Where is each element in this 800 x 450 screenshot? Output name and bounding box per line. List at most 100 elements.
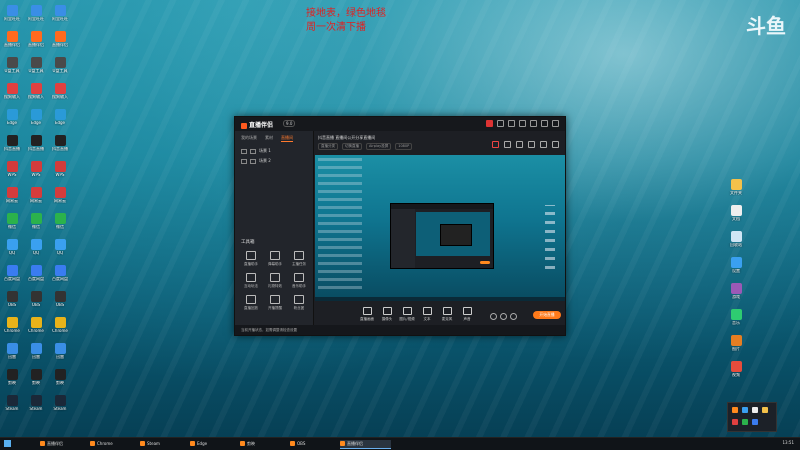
desktop-icon[interactable]: 阿里旺旺 bbox=[48, 4, 72, 30]
desktop-icon[interactable]: U盘工具 bbox=[48, 56, 72, 82]
desktop-icon[interactable]: Steam bbox=[0, 394, 24, 420]
notification-icon[interactable] bbox=[486, 120, 493, 127]
desktop-icon[interactable]: 音乐 bbox=[724, 308, 748, 334]
gift-icon[interactable] bbox=[504, 141, 511, 148]
lock-icon[interactable] bbox=[516, 141, 523, 148]
maximize-icon[interactable] bbox=[541, 120, 548, 127]
room-category-button[interactable]: 直播分类 bbox=[318, 143, 338, 150]
desktop-icon[interactable]: 百度网盘 bbox=[48, 264, 72, 290]
gear-icon[interactable] bbox=[510, 313, 517, 320]
close-icon[interactable] bbox=[552, 120, 559, 127]
tray-app-icon[interactable] bbox=[742, 407, 748, 413]
desktop-icon[interactable]: 游戏 bbox=[724, 282, 748, 308]
desktop-icon[interactable]: 网易云 bbox=[0, 186, 24, 212]
desktop-icon[interactable]: 阿里旺旺 bbox=[24, 4, 48, 30]
taskbar-item[interactable]: 直播伴侣 bbox=[340, 440, 391, 449]
desktop-icon[interactable]: 微信 bbox=[48, 212, 72, 238]
media-button[interactable]: 图片/视频 bbox=[398, 307, 416, 322]
microphone-button[interactable]: 麦克风 bbox=[438, 307, 456, 322]
settings-icon[interactable] bbox=[528, 141, 535, 148]
taskbar-item[interactable]: Edge bbox=[190, 440, 241, 448]
sound-button[interactable]: 声音 bbox=[458, 307, 476, 322]
desktop-icon[interactable]: Steam bbox=[48, 394, 72, 420]
desktop-icon[interactable]: Edge bbox=[24, 108, 48, 134]
start-live-button[interactable]: 开始直播 bbox=[533, 311, 561, 319]
scene-item-2[interactable]: 场景 2 bbox=[235, 156, 313, 166]
camera-button[interactable]: 摄像头 bbox=[378, 307, 396, 322]
tray-app-icon[interactable] bbox=[732, 419, 738, 425]
tool-item[interactable]: 主播任务 bbox=[287, 251, 311, 267]
desktop-icon[interactable]: 直播伴侣 bbox=[24, 30, 48, 56]
desktop-icon[interactable]: 迅雷 bbox=[24, 342, 48, 368]
desktop-icon[interactable]: QQ bbox=[24, 238, 48, 264]
desktop-icon[interactable]: OBS bbox=[48, 290, 72, 316]
app-titlebar[interactable]: 直播伴侣 9.0 bbox=[235, 117, 565, 131]
desktop-icon[interactable]: 网易云 bbox=[48, 186, 72, 212]
share-icon[interactable] bbox=[540, 141, 547, 148]
desktop-icon[interactable]: 搜狗输入 bbox=[24, 82, 48, 108]
desktop-icon[interactable]: 文件夹 bbox=[724, 178, 748, 204]
taskbar-item[interactable]: OBS bbox=[290, 440, 341, 448]
tab-scenes[interactable]: 我的场景 bbox=[241, 135, 257, 142]
desktop-icon[interactable]: WPS bbox=[24, 160, 48, 186]
desktop-icon[interactable]: 微信 bbox=[0, 212, 24, 238]
eye-icon[interactable] bbox=[241, 158, 247, 164]
taskbar-item[interactable]: 剪映 bbox=[240, 440, 291, 448]
desktop-icon[interactable]: U盘工具 bbox=[24, 56, 48, 82]
desktop-icon[interactable]: 图片 bbox=[724, 334, 748, 360]
tray-app-icon[interactable] bbox=[762, 407, 768, 413]
desktop-icon[interactable]: WPS bbox=[48, 160, 72, 186]
scene-button[interactable]: 直播画面 bbox=[358, 307, 376, 322]
tool-item[interactable]: 弹幕助手 bbox=[263, 251, 287, 267]
desktop-icon[interactable]: WPS bbox=[0, 160, 24, 186]
minimize-icon[interactable] bbox=[530, 120, 537, 127]
tray-app-icon[interactable] bbox=[752, 419, 758, 425]
skin-icon[interactable] bbox=[519, 120, 526, 127]
desktop-icon[interactable]: 微信 bbox=[24, 212, 48, 238]
desktop-icon[interactable]: 剪映 bbox=[48, 368, 72, 394]
desktop-icon[interactable]: Chrome bbox=[48, 316, 72, 342]
desktop-icon[interactable]: 剪映 bbox=[0, 368, 24, 394]
message-icon[interactable] bbox=[508, 120, 515, 127]
desktop-icon[interactable]: U盘工具 bbox=[0, 56, 24, 82]
live-preview[interactable] bbox=[315, 155, 565, 297]
tray-app-icon[interactable] bbox=[732, 407, 738, 413]
more-icon[interactable] bbox=[552, 141, 559, 148]
taskbar-item[interactable]: Steam bbox=[140, 440, 191, 448]
tray-app-icon[interactable] bbox=[752, 407, 758, 413]
tab-room[interactable]: 直播间 bbox=[281, 135, 293, 142]
desktop-icon[interactable]: 抖音直播 bbox=[48, 134, 72, 160]
settings-icon[interactable] bbox=[497, 120, 504, 127]
desktop-icon[interactable]: Steam bbox=[24, 394, 48, 420]
tool-item[interactable]: 粉丝团 bbox=[287, 295, 311, 311]
desktop-icon[interactable]: QQ bbox=[48, 238, 72, 264]
desktop-icon[interactable]: 视频 bbox=[724, 360, 748, 386]
tool-item[interactable]: 音乐助手 bbox=[287, 273, 311, 289]
desktop-icon[interactable]: 百度网盘 bbox=[24, 264, 48, 290]
desktop-icon[interactable]: 搜狗输入 bbox=[48, 82, 72, 108]
desktop-icon[interactable]: 网易云 bbox=[24, 186, 48, 212]
text-button[interactable]: 文本 bbox=[418, 307, 436, 322]
desktop-icon[interactable]: OBS bbox=[24, 290, 48, 316]
start-button[interactable] bbox=[4, 440, 11, 447]
tool-item[interactable]: 直播回放 bbox=[239, 295, 263, 311]
desktop-icon[interactable]: 阿里旺旺 bbox=[0, 4, 24, 30]
switch-live-button[interactable]: 切换直播 bbox=[342, 143, 362, 150]
clock[interactable]: 13:51 bbox=[782, 440, 794, 445]
desktop-icon[interactable]: 直播伴侣 bbox=[48, 30, 72, 56]
airplay-button[interactable]: Airplay投屏 bbox=[366, 143, 392, 150]
desktop-icon[interactable]: 迅雷 bbox=[0, 342, 24, 368]
desktop-icon[interactable]: 剪映 bbox=[24, 368, 48, 394]
desktop-icon[interactable]: 抖音直播 bbox=[0, 134, 24, 160]
desktop-icon[interactable]: OBS bbox=[0, 290, 24, 316]
tool-item[interactable]: 开播提醒 bbox=[263, 295, 287, 311]
record-icon[interactable] bbox=[492, 141, 499, 148]
desktop-icon[interactable]: 设置 bbox=[724, 256, 748, 282]
desktop-icon[interactable]: 文档 bbox=[724, 204, 748, 230]
resolution-select[interactable]: 1080P bbox=[395, 143, 413, 150]
desktop-icon[interactable]: Edge bbox=[0, 108, 24, 134]
timer-icon[interactable] bbox=[500, 313, 507, 320]
tool-item[interactable]: 直播助手 bbox=[239, 251, 263, 267]
taskbar-item[interactable]: Chrome bbox=[90, 440, 141, 448]
scene-item-1[interactable]: 场景 1 bbox=[235, 146, 313, 156]
